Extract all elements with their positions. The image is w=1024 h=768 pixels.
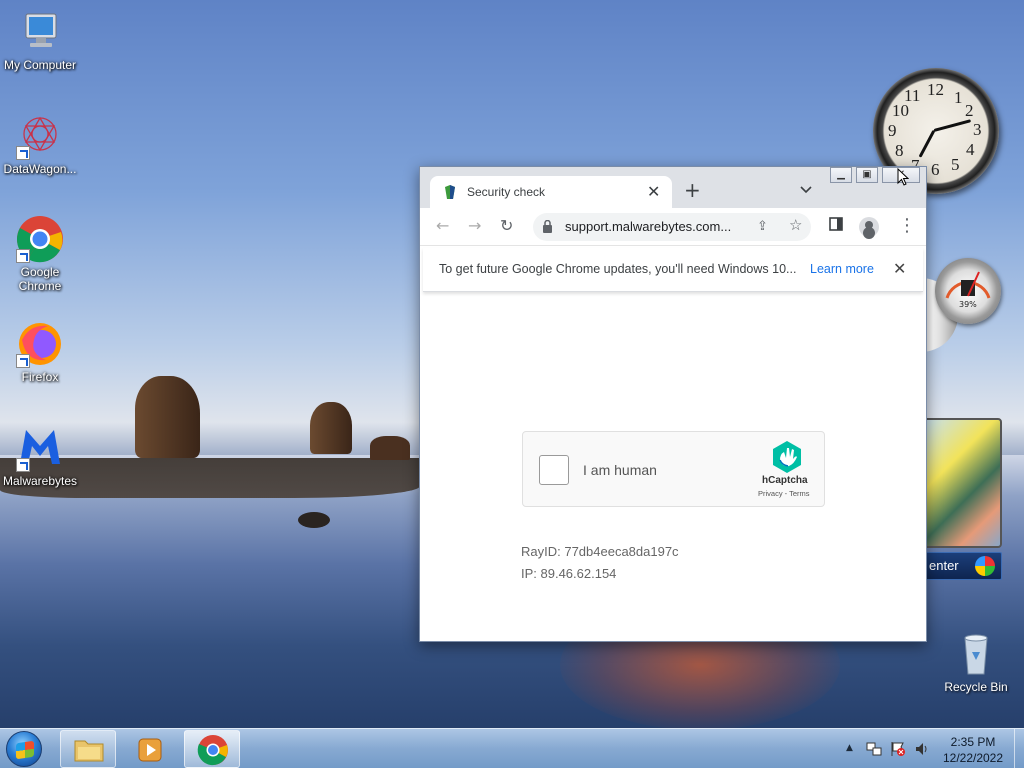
clock-number: 12: [927, 80, 944, 99]
windows-orb-icon: [975, 556, 995, 576]
side-panel-icon[interactable]: [829, 217, 843, 235]
back-arrow-icon[interactable]: ←: [436, 217, 449, 235]
desktop-icon-label: My Computer: [3, 58, 77, 72]
desktop-icon-label: Firefox: [21, 370, 59, 384]
start-button[interactable]: [6, 731, 42, 767]
desktop-icon-label: Google Chrome: [18, 265, 62, 293]
hcaptcha-brand: hCaptcha: [762, 475, 808, 486]
datawagon-icon: [16, 112, 64, 160]
sea-stack-rock: [310, 402, 352, 454]
profile-avatar-icon[interactable]: [859, 217, 879, 237]
cpu-meter-gadget[interactable]: 39%: [935, 258, 1001, 324]
taskbar-media-player-button[interactable]: [122, 730, 178, 768]
bookmark-star-icon[interactable]: ☆: [789, 216, 802, 234]
network-icon[interactable]: [866, 741, 882, 760]
new-tab-button[interactable]: +: [684, 180, 701, 200]
cpu-percent: 39%: [959, 300, 977, 309]
desktop-icon-label: Malwarebytes: [2, 474, 78, 488]
restore-button[interactable]: ▣: [856, 167, 878, 183]
close-tab-icon[interactable]: ✕: [647, 182, 660, 202]
captcha-checkbox[interactable]: [539, 455, 569, 485]
browser-window[interactable]: Security check ✕ + ▁ ▣ ✕ ← → ↻ support.m…: [419, 166, 927, 642]
hcaptcha-widget: I am human hCaptcha Privacy - Terms: [522, 431, 825, 507]
minimize-button[interactable]: ▁: [830, 167, 852, 183]
clock-number: 3: [973, 120, 982, 139]
clock-number: 11: [904, 86, 921, 105]
computer-icon: [16, 8, 64, 56]
show-desktop-button[interactable]: [1014, 729, 1024, 768]
tab-security-check[interactable]: Security check ✕: [430, 176, 672, 208]
slideshow-gadget[interactable]: [922, 418, 1002, 548]
media-player-icon: [138, 738, 162, 762]
reload-icon[interactable]: ↻: [500, 217, 513, 235]
mouse-cursor-icon: [897, 168, 909, 186]
learn-more-link[interactable]: Learn more: [810, 262, 874, 276]
media-center-label: enter: [929, 558, 959, 573]
desktop-icon-firefox[interactable]: Firefox: [0, 320, 80, 384]
taskbar-explorer-button[interactable]: [60, 730, 116, 768]
forward-arrow-icon[interactable]: →: [468, 217, 481, 235]
action-center-flag-icon[interactable]: [890, 741, 906, 760]
taskbar-clock[interactable]: 2:35 PM 12/22/2022: [938, 734, 1008, 766]
share-icon[interactable]: ⇪: [757, 218, 768, 234]
desktop-icon-label: Recycle Bin: [944, 680, 1008, 694]
desktop-icon-my-computer[interactable]: My Computer: [0, 8, 80, 72]
desktop-icon-malwarebytes[interactable]: Malwarebytes: [0, 424, 80, 488]
sea-stack-rock: [370, 436, 410, 460]
clock-number: 9: [888, 121, 897, 140]
browser-titlebar[interactable]: Security check ✕ + ▁ ▣ ✕: [420, 167, 926, 208]
firefox-icon: [16, 320, 64, 368]
volume-icon[interactable]: [914, 741, 930, 760]
show-hidden-icons-arrow-icon[interactable]: ▲: [846, 743, 853, 753]
malwarebytes-icon: [16, 424, 64, 472]
clock-number: 8: [895, 141, 904, 160]
sea-stack-rock: [135, 376, 200, 458]
taskbar-chrome-button[interactable]: [184, 730, 240, 768]
hcaptcha-logo-icon: [770, 440, 804, 474]
clock-number: 2: [965, 101, 974, 120]
desktop-icon-google-chrome[interactable]: Google Chrome: [0, 215, 80, 293]
shortcut-arrow-icon: [16, 146, 30, 160]
url-text: support.malwarebytes.com...: [565, 219, 732, 234]
recycle-bin-icon: [952, 630, 1000, 678]
hcaptcha-privacy-terms[interactable]: Privacy - Terms: [758, 489, 810, 498]
shortcut-arrow-icon: [16, 249, 30, 263]
clock-hour-hand: [918, 129, 936, 158]
captcha-label: I am human: [583, 462, 657, 478]
desktop-icon-recycle-bin[interactable]: Recycle Bin: [936, 630, 1016, 694]
clock-number: 4: [966, 140, 975, 159]
malwarebytes-favicon-icon: [444, 185, 456, 199]
media-center-gadget[interactable]: enter: [922, 552, 1002, 580]
chrome-icon: [16, 215, 64, 263]
clock-number: 1: [954, 88, 963, 107]
clock-number: 6: [931, 160, 940, 179]
ip-address: IP: 89.46.62.154: [521, 566, 617, 581]
desktop-icon-label: DataWagon...: [3, 162, 77, 176]
stone: [298, 512, 330, 528]
tab-search-button[interactable]: [800, 183, 812, 197]
lock-icon: [543, 219, 552, 233]
menu-kebab-icon[interactable]: ⋮: [898, 217, 916, 235]
browser-toolbar: ← → ↻ support.malwarebytes.com... ⇪ ☆ ⋮: [420, 208, 926, 246]
taskbar-time: 2:35 PM: [950, 735, 996, 749]
desktop-icon-datawagon[interactable]: DataWagon...: [0, 112, 80, 176]
clock-minute-hand: [933, 119, 972, 132]
ray-id: RayID: 77db4eeca8da197c: [521, 544, 679, 559]
infobar-message: To get future Google Chrome updates, you…: [439, 262, 797, 276]
clock-number: 5: [951, 155, 960, 174]
chrome-icon: [197, 735, 228, 766]
tab-title: Security check: [467, 185, 546, 199]
infobar-close-icon[interactable]: ✕: [893, 259, 906, 279]
taskbar: ▲ 2:35 PM 12/22/2022: [0, 728, 1024, 768]
folder-icon: [74, 740, 104, 762]
shortcut-arrow-icon: [16, 354, 30, 368]
taskbar-date: 12/22/2022: [942, 751, 1004, 765]
shortcut-arrow-icon: [16, 458, 30, 472]
ray-info: RayID: 77db4eeca8da197c IP: 89.46.62.154: [521, 541, 679, 585]
windows-logo-icon: [16, 740, 34, 760]
update-infobar: To get future Google Chrome updates, you…: [423, 248, 923, 292]
address-bar[interactable]: support.malwarebytes.com... ⇪ ☆: [533, 213, 811, 241]
